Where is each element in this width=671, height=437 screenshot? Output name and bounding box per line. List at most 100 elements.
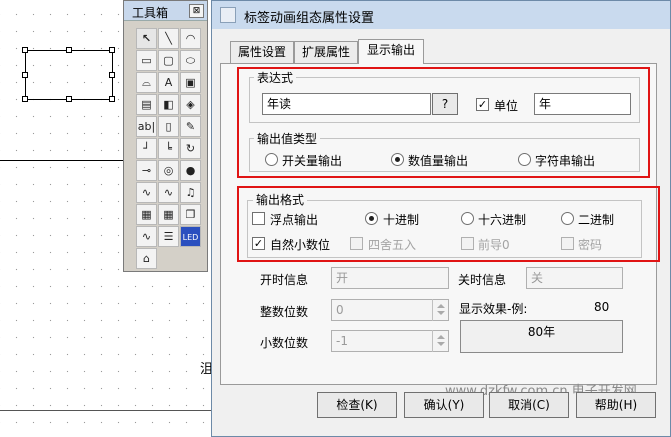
dial-icon: ◎ (163, 164, 174, 177)
tool-button-rounded-rectangle[interactable]: ▢ (158, 50, 179, 71)
grid-table-icon: ▦ (141, 208, 152, 221)
ok-button[interactable]: 确认(Y) (404, 392, 484, 418)
tool-button-text[interactable]: A (158, 72, 179, 93)
check-button[interactable]: 检查(K) (317, 392, 397, 418)
resize-handle[interactable] (109, 47, 115, 53)
tool-button-frame[interactable]: ⌂ (136, 248, 157, 269)
tool-button-alarm-bell[interactable]: ♫ (180, 182, 201, 203)
led-display-icon: LED (182, 233, 199, 242)
rectangle-icon: ▭ (141, 54, 152, 67)
resize-handle[interactable] (66, 96, 72, 102)
line-icon: ╲ (165, 32, 172, 45)
tool-button-indicator[interactable]: ● (180, 160, 201, 181)
tool-button-symbol[interactable]: ◧ (158, 94, 179, 115)
decimal-digits-spinner[interactable] (432, 330, 448, 352)
copy-icon: ❐ (185, 208, 196, 221)
shape-library-icon: ◈ (186, 98, 195, 111)
ellipse-icon: ⬭ (185, 54, 196, 67)
off-info-label: 关时信息 (458, 273, 507, 287)
flow-line-icon: ╘ (165, 142, 172, 155)
pen-icon: ✎ (185, 120, 196, 133)
image-icon: ▣ (185, 76, 196, 89)
tool-button-arc[interactable]: ◠ (180, 28, 201, 49)
spin-up-icon (437, 335, 445, 339)
toolbox-panel: 工具箱 ⊠ ↖ ╲ ◠ ▭ ▢ ⬭ ⌓ A ▣ ▤ ◧ ◈ ab| ▯ ✎ ┘ ╘ ↻ ⊸ ◎ ● ∿ ∿ ♫ ▦ ▦ ❐ ∿ ☰ LED… (123, 0, 208, 272)
tool-button-connector[interactable]: ┘ (136, 138, 157, 159)
symbol-icon: ◧ (163, 98, 174, 111)
resize-handle[interactable] (109, 96, 115, 102)
tool-button-button[interactable]: ▤ (136, 94, 157, 115)
toolbox-titlebar[interactable]: 工具箱 ⊠ (124, 1, 207, 21)
tool-button-scale[interactable]: ▯ (158, 116, 179, 137)
tool-button-input-box[interactable]: ab| (136, 116, 157, 137)
history-chart-icon: ∿ (163, 186, 174, 199)
preview-display-text: 80年 (527, 325, 556, 339)
tab-property-settings[interactable]: 属性设置 (230, 41, 294, 63)
rotate-icon: ↻ (185, 142, 196, 155)
toolbox-close-button[interactable]: ⊠ (189, 4, 204, 18)
tool-button-copy[interactable]: ❐ (180, 204, 201, 225)
integer-digits-input[interactable]: 0 (331, 299, 449, 321)
frame-icon: ⌂ (143, 252, 150, 265)
tool-button-polygon[interactable]: ⌓ (136, 72, 157, 93)
preview-label: 显示效果-例: (459, 302, 528, 316)
tool-button-shape-library[interactable]: ◈ (180, 94, 201, 115)
off-info-input[interactable]: 关 (526, 267, 623, 289)
on-info-input[interactable]: 开 (331, 267, 449, 289)
highlight-box-expression (237, 67, 650, 178)
tab-extended-properties[interactable]: 扩展属性 (294, 41, 358, 63)
tool-button-ellipse[interactable]: ⬭ (180, 50, 201, 71)
report-table-icon: ▦ (163, 208, 174, 221)
dialog-title: 标签动画组态属性设置 (244, 11, 375, 26)
tool-button-led-display[interactable]: LED (180, 226, 201, 247)
integer-digits-value: 0 (336, 303, 344, 317)
input-box-icon: ab| (137, 120, 156, 133)
on-info-label: 开时信息 (260, 273, 309, 287)
tool-button-curve-chart[interactable]: ∿ (136, 226, 157, 247)
tool-button-list[interactable]: ☰ (158, 226, 179, 247)
decimal-digits-label: 小数位数 (260, 336, 309, 350)
decimal-digits-input[interactable]: -1 (331, 330, 449, 352)
tool-button-trend-chart[interactable]: ∿ (136, 182, 157, 203)
resize-handle[interactable] (22, 72, 28, 78)
dialog-titlebar[interactable]: 标签动画组态属性设置 (212, 1, 670, 29)
arc-icon: ◠ (185, 32, 196, 45)
resize-handle[interactable] (22, 47, 28, 53)
resize-handle[interactable] (109, 72, 115, 78)
curve-chart-icon: ∿ (141, 230, 152, 243)
tool-button-flow-line[interactable]: ╘ (158, 138, 179, 159)
text-icon: A (164, 76, 173, 89)
canvas-selected-rectangle[interactable] (25, 50, 113, 100)
help-button[interactable]: 帮助(H) (576, 392, 656, 418)
trend-chart-icon: ∿ (141, 186, 152, 199)
tool-button-history-chart[interactable]: ∿ (158, 182, 179, 203)
tool-button-grid-table[interactable]: ▦ (136, 204, 157, 225)
tool-button-key[interactable]: ⊸ (136, 160, 157, 181)
tool-button-pen[interactable]: ✎ (180, 116, 201, 137)
connector-icon: ┘ (143, 142, 150, 155)
alarm-bell-icon: ♫ (185, 186, 196, 199)
preview-display: 80年 (460, 320, 623, 353)
resize-handle[interactable] (66, 47, 72, 53)
button-icon: ▤ (141, 98, 152, 111)
integer-digits-spinner[interactable] (432, 299, 448, 321)
indicator-icon: ● (185, 164, 196, 177)
tool-button-pointer[interactable]: ↖ (136, 28, 157, 49)
cancel-button[interactable]: 取消(C) (489, 392, 569, 418)
tool-button-image[interactable]: ▣ (180, 72, 201, 93)
tool-button-report-table[interactable]: ▦ (158, 204, 179, 225)
decimal-digits-value: -1 (336, 334, 348, 348)
canvas-line (0, 160, 126, 161)
preview-number: 80 (594, 300, 610, 314)
toolbox-title: 工具箱 (132, 6, 169, 20)
pointer-icon: ↖ (141, 32, 152, 45)
tool-button-line[interactable]: ╲ (158, 28, 179, 49)
tool-button-rectangle[interactable]: ▭ (136, 50, 157, 71)
rounded-rectangle-icon: ▢ (163, 54, 174, 67)
tab-display-output[interactable]: 显示输出 (358, 39, 424, 64)
scale-icon: ▯ (165, 120, 172, 133)
tool-button-rotate[interactable]: ↻ (180, 138, 201, 159)
resize-handle[interactable] (22, 96, 28, 102)
tool-button-dial[interactable]: ◎ (158, 160, 179, 181)
dialog-app-icon (220, 7, 236, 23)
